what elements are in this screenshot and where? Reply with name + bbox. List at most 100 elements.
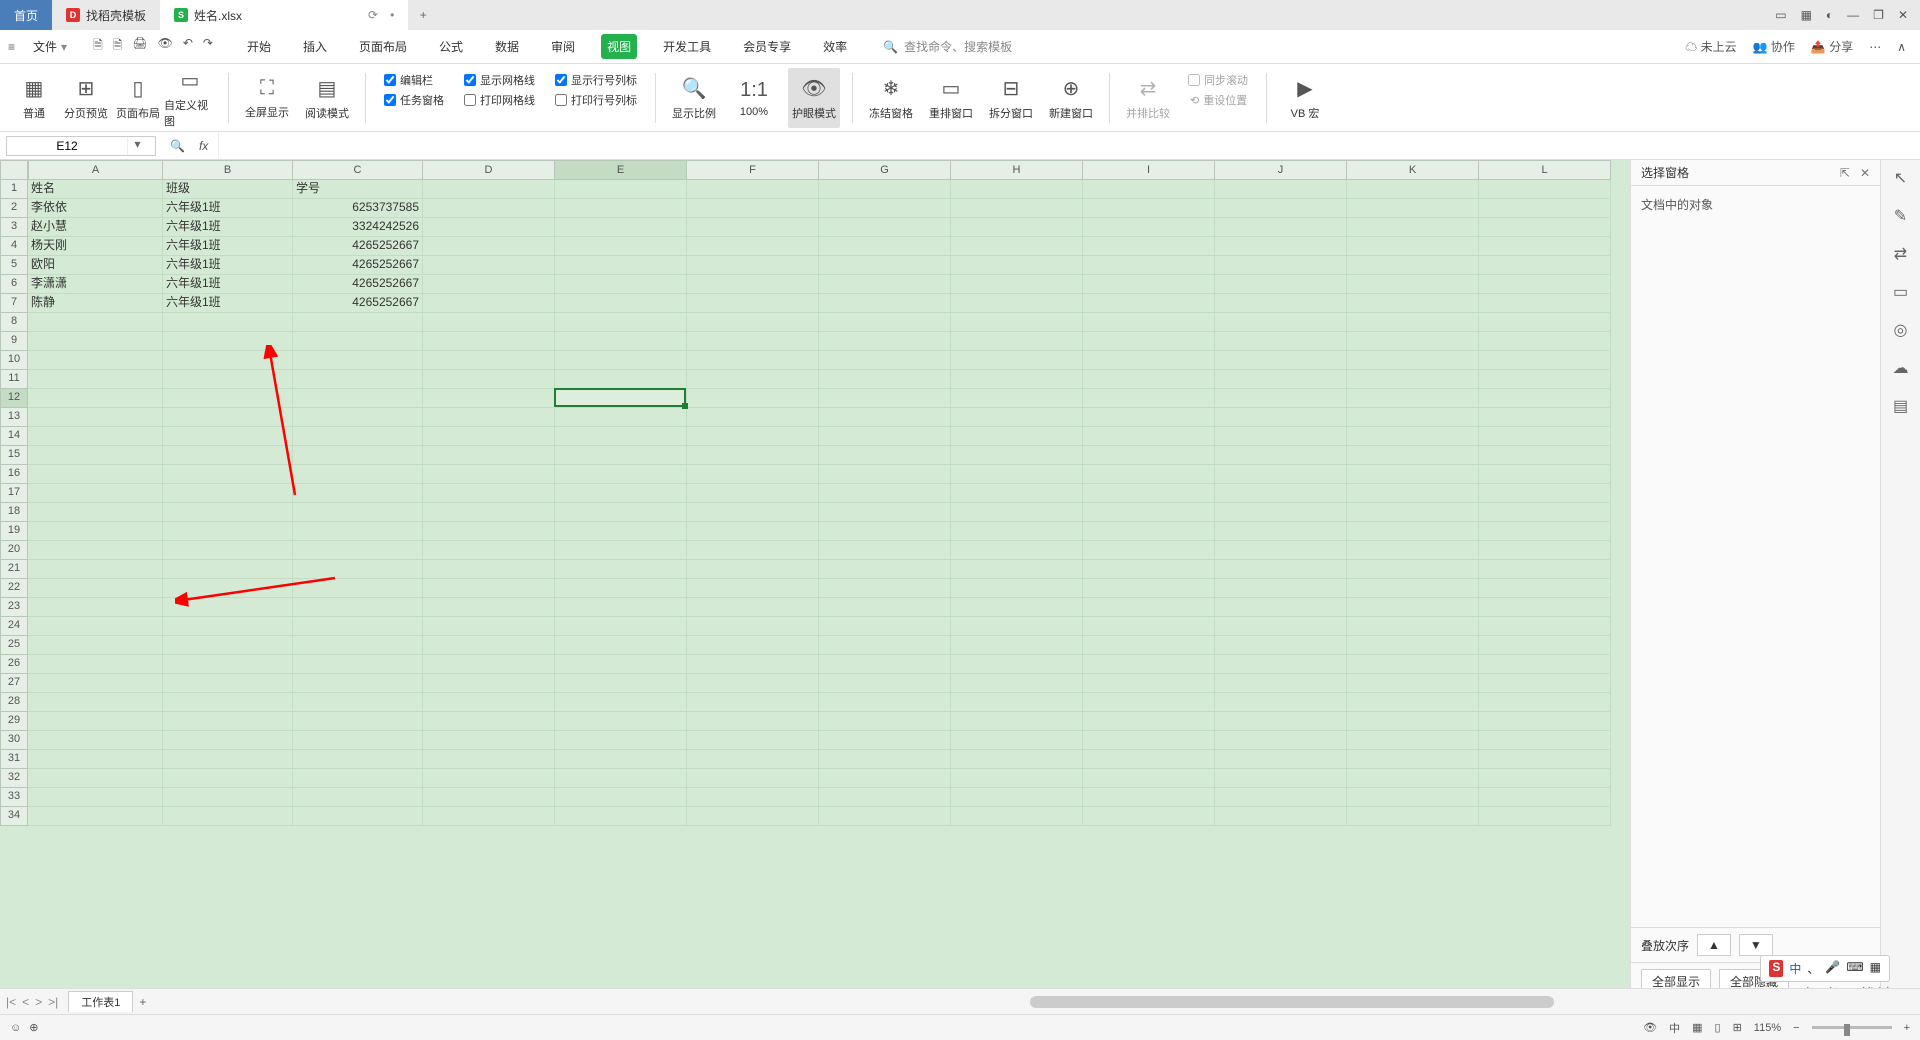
skin-icon[interactable]: ◐ (1826, 8, 1833, 22)
name-box-input[interactable] (7, 137, 127, 155)
menu-tab[interactable]: 效率 (817, 34, 853, 59)
compare-button[interactable]: ⇄并排比较 (1122, 68, 1174, 128)
ime-grid-icon[interactable]: ▦ (1870, 960, 1881, 977)
maximize-icon[interactable]: ❐ (1873, 8, 1884, 22)
menu-tab[interactable]: 开发工具 (657, 34, 717, 59)
new-window-button[interactable]: ⊕新建窗口 (1045, 68, 1097, 128)
prev-sheet-icon[interactable]: < (22, 995, 29, 1009)
horizontal-scrollbar[interactable] (156, 996, 1904, 1008)
doc-icon[interactable]: ▤ (1893, 396, 1908, 416)
filter-icon[interactable]: ⇄ (1894, 244, 1907, 264)
save-icon[interactable]: 🗎 (93, 36, 103, 57)
hamburger-icon[interactable]: ≡ (8, 40, 15, 54)
zoom-100-button[interactable]: 1:1100% (728, 68, 780, 128)
save-as-icon[interactable]: 🗎 (113, 36, 123, 57)
backup-icon[interactable]: ☁ (1893, 358, 1909, 378)
menu-tab[interactable]: 插入 (297, 34, 333, 59)
tab-close-icon[interactable]: ⟳ (368, 8, 378, 22)
redo-icon[interactable]: ↷ (203, 36, 213, 57)
eye-mode-button[interactable]: 👁护眼模式 (788, 68, 840, 128)
column-headers[interactable]: ABCDEFGHIJKL (28, 160, 1611, 180)
vb-macro-button[interactable]: ▶VB 宏 (1279, 68, 1331, 128)
menu-tab[interactable]: 开始 (241, 34, 277, 59)
ime-mic-icon[interactable]: 🎤 (1825, 960, 1840, 977)
eye-care-icon[interactable]: 👁 (1643, 1021, 1657, 1034)
zoom-in-icon[interactable]: + (1904, 1022, 1910, 1034)
cancel-fx-icon[interactable]: 🔍 (156, 139, 199, 153)
location-icon[interactable]: ◎ (1894, 320, 1908, 340)
bring-forward-button[interactable]: ▲ (1697, 934, 1731, 956)
status-a11y-icon[interactable]: ⊕ (29, 1021, 38, 1034)
last-sheet-icon[interactable]: >| (48, 995, 58, 1009)
new-tab-button[interactable]: + (408, 8, 438, 22)
fx-label[interactable]: fx (199, 139, 208, 153)
check-print-grid[interactable]: 打印网格线 (464, 92, 535, 108)
send-backward-button[interactable]: ▼ (1739, 934, 1773, 956)
lang-icon[interactable]: 中 (1669, 1020, 1680, 1036)
status-indicator-icon[interactable]: ☺ (10, 1022, 21, 1034)
zoom-button[interactable]: 🔍显示比例 (668, 68, 720, 128)
next-sheet-icon[interactable]: > (35, 995, 42, 1009)
menu-tab[interactable]: 数据 (489, 34, 525, 59)
apps-icon[interactable]: ▦ (1801, 8, 1812, 22)
view-break-icon[interactable]: ⊞ (1733, 1021, 1742, 1034)
more-icon[interactable]: ⋯ (1869, 40, 1881, 54)
command-search[interactable]: 🔍 查找命令、搜索模板 (883, 38, 1012, 55)
ime-indicator[interactable]: S 中 、 🎤 ⌨ ▦ (1760, 955, 1890, 982)
read-mode-button[interactable]: ▤阅读模式 (301, 68, 353, 128)
share-button[interactable]: 📤 分享 (1811, 38, 1853, 55)
menu-tab[interactable]: 会员专享 (737, 34, 797, 59)
add-sheet-button[interactable]: + (139, 995, 146, 1009)
tab-home[interactable]: 首页 (0, 0, 52, 30)
view-custom-button[interactable]: ▭自定义视图 (164, 68, 216, 128)
tab-file[interactable]: S 姓名.xlsx ⟳ • (160, 0, 408, 30)
chevron-down-icon[interactable]: ▾ (127, 137, 147, 155)
menu-tab[interactable]: 页面布局 (353, 34, 413, 59)
sheet-tab[interactable]: 工作表1 (68, 991, 133, 1012)
sheet-nav[interactable]: |< < > >| (6, 995, 58, 1009)
check-sync-scroll[interactable]: 同步滚动 (1188, 72, 1248, 88)
panel-close-icon[interactable]: ✕ (1860, 166, 1870, 180)
view-normal-icon[interactable]: ▦ (1692, 1021, 1702, 1034)
view-page-layout-button[interactable]: ▯页面布局 (112, 68, 164, 128)
tab-template[interactable]: D 找稻壳模板 (52, 0, 160, 30)
undo-icon[interactable]: ↶ (183, 36, 193, 57)
check-print-rowcol[interactable]: 打印行号列标 (555, 92, 637, 108)
spreadsheet[interactable]: ABCDEFGHIJKL 123456789101112131415161718… (0, 160, 1630, 1000)
cells-grid[interactable]: 姓名班级学号李依依六年级1班6253737585赵小慧六年级1班33242425… (28, 180, 1611, 826)
view-page-icon[interactable]: ▯ (1715, 1021, 1721, 1034)
zoom-value[interactable]: 115% (1754, 1022, 1781, 1034)
name-box[interactable]: ▾ (6, 136, 156, 156)
split-button[interactable]: ⊟拆分窗口 (985, 68, 1037, 128)
layout-icon[interactable]: ▭ (1775, 8, 1786, 22)
pin-icon[interactable]: ⇱ (1840, 166, 1850, 180)
minimize-icon[interactable]: — (1847, 8, 1859, 22)
style-icon[interactable]: ✎ (1894, 206, 1907, 226)
fullscreen-button[interactable]: ⛶全屏显示 (241, 68, 293, 128)
arrange-button[interactable]: ▭重排窗口 (925, 68, 977, 128)
check-show-grid[interactable]: 显示网格线 (464, 72, 535, 88)
menu-tab-active[interactable]: 视图 (601, 34, 637, 59)
first-sheet-icon[interactable]: |< (6, 995, 16, 1009)
select-tool-icon[interactable]: ↖ (1894, 168, 1907, 188)
formula-input[interactable] (218, 132, 1920, 159)
row-headers[interactable]: 1234567891011121314151617181920212223242… (0, 180, 28, 826)
zoom-slider[interactable] (1812, 1026, 1892, 1029)
file-menu[interactable]: 文件 ▾ (25, 36, 75, 57)
view-normal-button[interactable]: ▦普通 (8, 68, 60, 128)
select-all-corner[interactable] (0, 160, 28, 180)
collapse-ribbon-icon[interactable]: ∧ (1897, 40, 1906, 54)
zoom-out-icon[interactable]: − (1793, 1022, 1799, 1034)
check-editbar[interactable]: 编辑栏 (384, 72, 444, 88)
freeze-button[interactable]: ❄冻结窗格 (865, 68, 917, 128)
tab-pin-icon[interactable]: • (390, 8, 394, 22)
menu-tab[interactable]: 审阅 (545, 34, 581, 59)
view-page-preview-button[interactable]: ⊞分页预览 (60, 68, 112, 128)
print-preview-icon[interactable]: 👁 (158, 36, 173, 57)
box-icon[interactable]: ▭ (1893, 282, 1908, 302)
menu-tab[interactable]: 公式 (433, 34, 469, 59)
check-taskpane[interactable]: 任务窗格 (384, 92, 444, 108)
reset-pos[interactable]: ⟲ 重设位置 (1188, 92, 1248, 108)
coop-button[interactable]: 👥 协作 (1753, 38, 1795, 55)
print-icon[interactable]: 🖨 (132, 36, 147, 57)
